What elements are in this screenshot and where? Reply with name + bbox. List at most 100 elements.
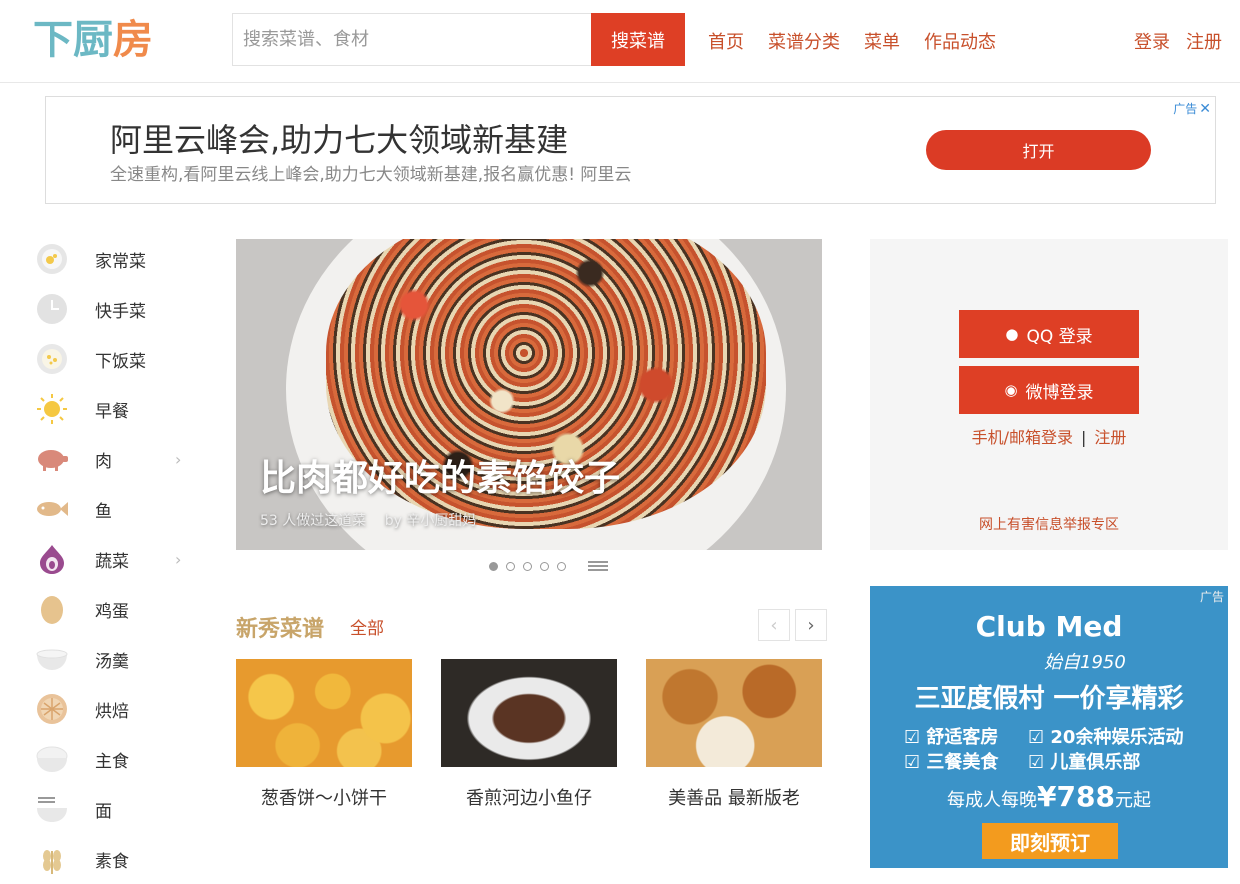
sidebar-item-label: 肉 xyxy=(95,451,112,472)
sidebar-item-label: 早餐 xyxy=(95,401,129,422)
ad-mark: 广告 ✕ xyxy=(1173,100,1211,117)
sidebar-item-home-cooking[interactable]: 家常菜 xyxy=(35,234,195,284)
sidebar-item-soup[interactable]: 汤羹 xyxy=(35,634,195,684)
recipe-thumbnail[interactable] xyxy=(646,659,822,767)
nav-works[interactable]: 作品动态 xyxy=(924,28,996,54)
nav-menus[interactable]: 菜单 xyxy=(864,28,900,54)
sidebar-item-rice-dishes[interactable]: 下饭菜 xyxy=(35,334,195,384)
ad-close-icon[interactable]: ✕ xyxy=(1199,101,1211,117)
carousel-dot[interactable] xyxy=(506,561,515,571)
soup-bowl-icon xyxy=(35,642,69,676)
recipe-thumbnail[interactable] xyxy=(236,659,412,767)
recipe-thumbnail[interactable] xyxy=(441,659,617,767)
recipe-name[interactable]: 香煎河边小鱼仔 xyxy=(441,784,617,810)
top-banner-ad[interactable]: 阿里云峰会,助力七大领域新基建 全速重构,看阿里云线上峰会,助力七大领域新基建,… xyxy=(45,96,1216,204)
sidebar-item-meat[interactable]: 肉 › xyxy=(35,434,195,484)
recipe-card[interactable]: 香煎河边小鱼仔 xyxy=(441,659,617,810)
category-sidebar: 家常菜 快手菜 下饭菜 早餐 肉 › 鱼 蔬菜 › 鸡蛋 汤羹 烘焙 主食 面 … xyxy=(35,234,195,884)
prev-page-button[interactable]: ‹ xyxy=(758,609,790,641)
ad-feature: ☑ 舒适客房 xyxy=(904,727,999,748)
sidebar-item-noodles[interactable]: 面 xyxy=(35,784,195,834)
sidebar-item-label: 鱼 xyxy=(95,501,112,522)
user-links: 登录 注册 xyxy=(1134,28,1238,54)
qq-icon: ● xyxy=(1005,325,1019,343)
clock-icon xyxy=(35,292,69,326)
recipe-name[interactable]: 美善品 最新版老 xyxy=(646,784,822,810)
new-recipes-title: 新秀菜谱 xyxy=(236,617,325,642)
sidebar-item-baking[interactable]: 烘焙 xyxy=(35,684,195,734)
logo-char-2: 厨 xyxy=(73,17,113,63)
wheat-icon xyxy=(35,842,69,876)
hero-title[interactable]: 比肉都好吃的素馅饺子 xyxy=(260,449,620,501)
carousel-dot[interactable] xyxy=(540,561,549,571)
sidebar-item-staples[interactable]: 主食 xyxy=(35,734,195,784)
ad-feature: ☑ 三餐美食 xyxy=(904,752,999,773)
sidebar-item-label: 汤羹 xyxy=(95,651,129,672)
pig-icon xyxy=(35,442,69,476)
sidebar-item-label: 家常菜 xyxy=(95,251,146,272)
weibo-login-label: 微博登录 xyxy=(1025,382,1094,403)
logo[interactable]: 下 厨 房 xyxy=(33,16,153,64)
sidebar-item-fish[interactable]: 鱼 xyxy=(35,484,195,534)
ad-price: 每成人每晚¥788元起 xyxy=(870,780,1228,813)
carousel-dot[interactable] xyxy=(489,561,498,571)
sidebar-item-eggs[interactable]: 鸡蛋 xyxy=(35,584,195,634)
login-panel: ● QQ 登录 ◉ 微博登录 手机/邮箱登录 | 注册 网上有害信息举报专区 xyxy=(870,239,1228,550)
sidebar-item-label: 鸡蛋 xyxy=(95,601,129,622)
sidebar-item-quick[interactable]: 快手菜 xyxy=(35,284,195,334)
ad-open-button[interactable]: 打开 xyxy=(926,130,1151,170)
carousel-dot[interactable] xyxy=(523,561,532,571)
panel-register-link[interactable]: 注册 xyxy=(1094,428,1126,447)
sidebar-item-vegetables[interactable]: 蔬菜 › xyxy=(35,534,195,584)
sidebar-item-label: 蔬菜 xyxy=(95,551,129,572)
sidebar-item-breakfast[interactable]: 早餐 xyxy=(35,384,195,434)
qq-login-button[interactable]: ● QQ 登录 xyxy=(959,310,1139,358)
rice-bowl-icon xyxy=(35,342,69,376)
sidebar-item-label: 下饭菜 xyxy=(95,351,146,372)
sidebar-item-label: 烘焙 xyxy=(95,701,129,722)
phone-email-login-link[interactable]: 手机/邮箱登录 xyxy=(972,428,1073,447)
ad-feature: ☑ 20余种娱乐活动 xyxy=(1028,727,1184,748)
list-icon[interactable] xyxy=(588,559,608,573)
hero-carousel[interactable]: 比肉都好吃的素馅饺子 53 人做过这道菜 by 辛小厨甜妈 xyxy=(236,239,822,550)
new-recipes-all-link[interactable]: 全部 xyxy=(350,614,384,639)
main-nav: 首页 菜谱分类 菜单 作品动态 xyxy=(708,28,1020,54)
ad-feature: ☑ 儿童俱乐部 xyxy=(1028,752,1141,773)
sidebar-item-label: 快手菜 xyxy=(95,301,146,322)
egg-icon xyxy=(35,592,69,626)
nav-categories[interactable]: 菜谱分类 xyxy=(768,28,840,54)
nav-home[interactable]: 首页 xyxy=(708,28,744,54)
side-ad[interactable]: 广告 Club Med 始自1950 三亚度假村 一价享精彩 ☑ 舒适客房 ☑ … xyxy=(870,586,1228,868)
hero-made-count: 53 人做过这道菜 xyxy=(260,513,367,529)
harmful-info-report-link[interactable]: 网上有害信息举报专区 xyxy=(870,514,1228,534)
login-link[interactable]: 登录 xyxy=(1134,28,1170,54)
next-page-button[interactable]: › xyxy=(795,609,827,641)
sidebar-item-label: 面 xyxy=(95,801,112,822)
recipe-name[interactable]: 葱香饼～小饼干 xyxy=(236,784,412,810)
sidebar-item-vegetarian[interactable]: 素食 xyxy=(35,834,195,884)
hero-author[interactable]: by 辛小厨甜妈 xyxy=(385,513,477,529)
recipe-card[interactable]: 葱香饼～小饼干 xyxy=(236,659,412,810)
weibo-login-button[interactable]: ◉ 微博登录 xyxy=(959,366,1139,414)
noodle-icon xyxy=(35,792,69,826)
search-bar: 搜菜谱 xyxy=(232,13,685,66)
recipe-card[interactable]: 美善品 最新版老 xyxy=(646,659,822,810)
search-input[interactable] xyxy=(233,14,591,65)
egg-plate-icon xyxy=(35,242,69,276)
carousel-dot[interactable] xyxy=(557,561,566,571)
sidebar-item-label: 主食 xyxy=(95,751,129,772)
search-button[interactable]: 搜菜谱 xyxy=(591,13,685,66)
link-separator: | xyxy=(1081,428,1087,447)
qq-login-label: QQ 登录 xyxy=(1026,326,1093,347)
carousel-indicators xyxy=(489,559,608,573)
logo-char-1: 下 xyxy=(33,17,73,63)
ad-brand: Club Med xyxy=(975,610,1123,643)
chevron-right-icon: › xyxy=(175,549,182,569)
weibo-icon: ◉ xyxy=(1004,381,1018,399)
login-links: 手机/邮箱登录 | 注册 xyxy=(870,424,1228,448)
ad-book-button[interactable]: 即刻预订 xyxy=(982,823,1118,859)
register-link[interactable]: 注册 xyxy=(1186,28,1222,54)
ad-price-value: ¥788 xyxy=(1037,780,1115,813)
ad-description: 全速重构,看阿里云线上峰会,助力七大领域新基建,报名赢优惠! 阿里云 xyxy=(110,165,632,185)
new-recipes-list: 葱香饼～小饼干 香煎河边小鱼仔 美善品 最新版老 xyxy=(236,659,851,810)
